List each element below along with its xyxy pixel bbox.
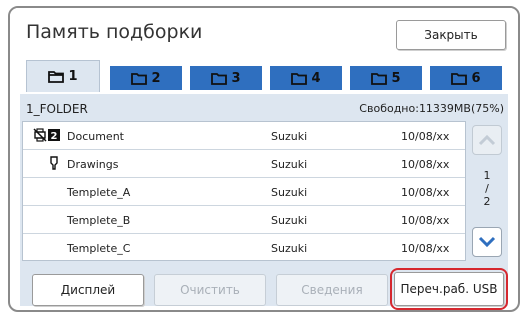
file-row-document[interactable]: 2 Document Suzuki 10/08/xx bbox=[23, 122, 465, 150]
file-owner: Suzuki bbox=[271, 186, 308, 199]
chevron-up-icon bbox=[478, 131, 496, 150]
folder-name: 1_FOLDER bbox=[26, 102, 88, 116]
tab-label: 6 bbox=[471, 70, 481, 86]
file-owner: Suzuki bbox=[271, 242, 308, 255]
dialog-frame: Память подборки Закрыть 1 2 3 4 5 6 1_FO… bbox=[8, 6, 520, 312]
tab-folder-3[interactable]: 3 bbox=[190, 66, 262, 90]
file-owner: Suzuki bbox=[271, 130, 308, 143]
file-list: 2 Document Suzuki 10/08/xx Drawings Suzu… bbox=[22, 121, 466, 261]
tab-folder-5[interactable]: 5 bbox=[350, 66, 422, 90]
tab-label: 4 bbox=[311, 70, 321, 86]
file-date: 10/08/xx bbox=[401, 158, 450, 171]
chevron-down-icon bbox=[478, 233, 496, 252]
page-separator: / bbox=[485, 182, 489, 195]
close-button[interactable]: Закрыть bbox=[396, 20, 506, 50]
file-name: Drawings bbox=[67, 158, 119, 171]
folder-icon bbox=[451, 72, 468, 85]
file-name: Document bbox=[67, 130, 124, 143]
file-row-templete-c[interactable]: Templete_C Suzuki 10/08/xx bbox=[23, 234, 465, 262]
info-button[interactable]: Сведения bbox=[276, 274, 388, 306]
list-scroller: 1 / 2 bbox=[468, 121, 506, 261]
tab-label: 2 bbox=[151, 70, 161, 86]
folder-icon bbox=[371, 72, 388, 85]
folder-icon bbox=[131, 72, 148, 85]
folder-open-icon bbox=[48, 70, 65, 83]
usb-job-list-button[interactable]: Переч.раб. USB bbox=[394, 272, 504, 306]
svg-text:2: 2 bbox=[51, 131, 58, 142]
page-total: 2 bbox=[483, 195, 491, 208]
no-print-icon bbox=[33, 128, 47, 142]
tab-folder-6[interactable]: 6 bbox=[430, 66, 502, 90]
file-owner: Suzuki bbox=[271, 214, 308, 227]
file-date: 10/08/xx bbox=[401, 242, 450, 255]
tab-label: 5 bbox=[391, 70, 401, 86]
file-row-drawings[interactable]: Drawings Suzuki 10/08/xx bbox=[23, 150, 465, 178]
clear-button[interactable]: Очистить bbox=[154, 274, 266, 306]
tab-label: 1 bbox=[68, 69, 78, 84]
file-row-templete-b[interactable]: Templete_B Suzuki 10/08/xx bbox=[23, 206, 465, 234]
tab-folder-2[interactable]: 2 bbox=[110, 66, 182, 90]
folder-icon bbox=[291, 72, 308, 85]
file-date: 10/08/xx bbox=[401, 130, 450, 143]
page-indicator: 1 / 2 bbox=[468, 169, 506, 208]
dialog-title: Память подборки bbox=[26, 21, 203, 43]
scroll-down-button[interactable] bbox=[472, 227, 502, 257]
display-button[interactable]: Дисплей bbox=[32, 274, 144, 306]
free-space-label: Свободно:11339MB(75%) bbox=[359, 102, 504, 115]
file-row-templete-a[interactable]: Templete_A Suzuki 10/08/xx bbox=[23, 178, 465, 206]
folder-panel: 1_FOLDER Свободно:11339MB(75%) 2 Documen… bbox=[20, 94, 508, 310]
dialog-header: Память подборки Закрыть bbox=[10, 8, 518, 58]
copies-badge-icon: 2 bbox=[47, 128, 61, 142]
page-current: 1 bbox=[483, 169, 491, 182]
tab-folder-4[interactable]: 4 bbox=[270, 66, 342, 90]
file-name: Templete_A bbox=[67, 186, 131, 199]
folder-icon bbox=[211, 72, 228, 85]
scroll-up-button[interactable] bbox=[472, 125, 502, 155]
file-name: Templete_C bbox=[67, 242, 131, 255]
folder-tabs: 1 2 3 4 5 6 bbox=[20, 60, 508, 96]
file-owner: Suzuki bbox=[271, 158, 308, 171]
file-date: 10/08/xx bbox=[401, 214, 450, 227]
tab-folder-1[interactable]: 1 bbox=[26, 60, 100, 92]
tab-label: 3 bbox=[231, 70, 241, 86]
file-name: Templete_B bbox=[67, 214, 131, 227]
button-bar: Дисплей Очистить Сведения Переч.раб. USB bbox=[20, 266, 508, 310]
pin-icon bbox=[47, 156, 61, 170]
file-date: 10/08/xx bbox=[401, 186, 450, 199]
